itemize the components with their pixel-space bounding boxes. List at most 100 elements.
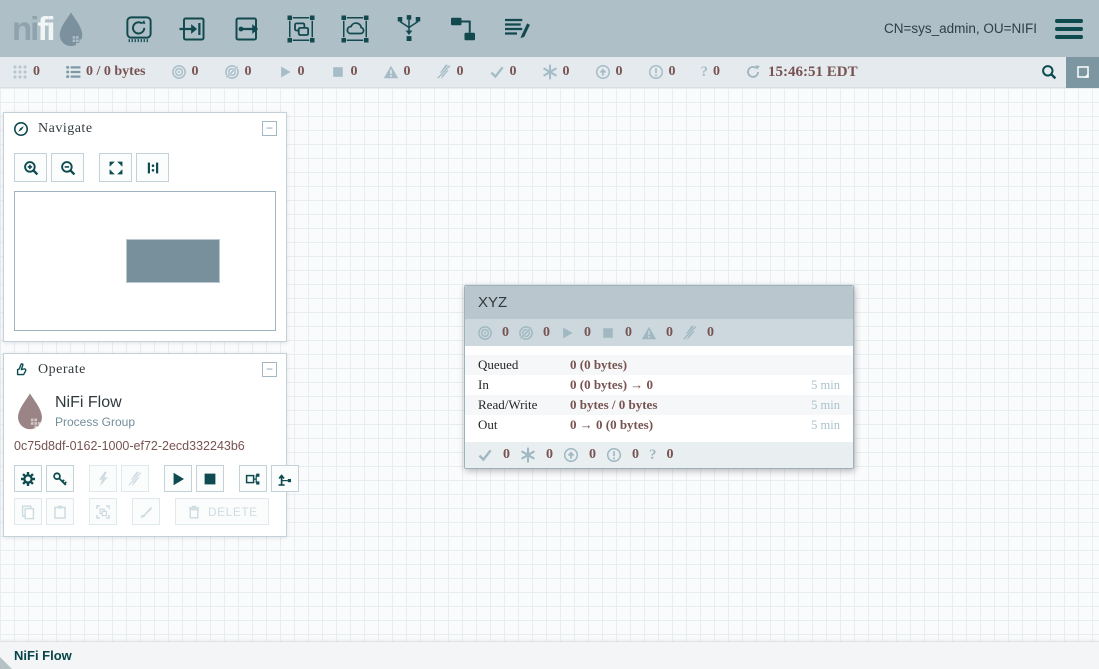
zoom-in-icon <box>23 160 39 176</box>
bolt-icon <box>95 471 111 487</box>
status-active-threads: 0 <box>12 64 40 80</box>
running-count: 0 <box>584 325 591 341</box>
processor-icon <box>124 12 154 46</box>
operate-flow-type: Process Group <box>55 415 135 429</box>
nifi-logo: nifi <box>12 9 108 48</box>
process-group-xyz[interactable]: XYZ 0 0 0 0 0 0 Queued 0 (0 bytes) <box>464 285 854 469</box>
one-to-one-icon <box>145 160 161 176</box>
check-icon <box>489 64 505 80</box>
trash-icon <box>186 504 202 520</box>
status-stopped: 0 <box>330 64 358 80</box>
operate-flow-id: 0c75d8df-0162-1000-ef72-2ecd332243b6 <box>4 433 286 457</box>
stat-label: Queued <box>478 357 570 373</box>
fit-icon <box>108 160 124 176</box>
create-template-button[interactable] <box>239 465 267 492</box>
asterisk-icon <box>520 447 536 463</box>
disable-button[interactable] <box>121 465 149 492</box>
output-port-icon <box>232 12 262 46</box>
process-group-component-button[interactable] <box>286 12 316 46</box>
stat-value: 0 (0 bytes) <box>570 357 627 373</box>
not-transmitting-count: 0 <box>245 64 252 80</box>
status-running: 0 <box>277 64 305 80</box>
not-transmitting-icon <box>518 325 534 341</box>
stopped-count: 0 <box>351 64 358 80</box>
group-selection-button[interactable] <box>89 498 117 525</box>
status-disabled: 0 <box>436 64 464 80</box>
copy-button[interactable] <box>14 498 42 525</box>
navigate-collapse-button[interactable]: − <box>262 121 277 136</box>
exclamation-circle-icon <box>606 447 622 463</box>
zoom-fit-button[interactable] <box>99 153 132 182</box>
transmitting-count: 0 <box>192 64 199 80</box>
process-group-icon <box>286 12 316 46</box>
stopped-count: 0 <box>625 325 632 341</box>
status-locally-modified-and-stale: 0 <box>648 64 676 80</box>
flow-status-bar: 0 0 / 0 bytes 0 0 0 0 0 0 <box>0 57 1099 88</box>
process-group-version-icons: 0 0 0 0 ? 0 <box>465 442 853 468</box>
active-threads-count: 0 <box>33 64 40 80</box>
breadcrumb-nifi-flow[interactable]: NiFi Flow <box>14 648 72 663</box>
template-component-button[interactable] <box>448 12 478 46</box>
zoom-in-button[interactable] <box>14 153 47 182</box>
invalid-count: 0 <box>666 325 673 341</box>
invalid-warning-icon <box>641 325 657 341</box>
label-component-button[interactable] <box>502 12 532 46</box>
disabled-bolt-slash-icon <box>682 325 698 341</box>
zoom-actual-size-button[interactable] <box>136 153 169 182</box>
disabled-count: 0 <box>457 64 464 80</box>
stop-button[interactable] <box>196 465 224 492</box>
status-locally-modified: 0 <box>542 64 570 80</box>
invalid-count: 0 <box>404 64 411 80</box>
operate-buttons: DELETE <box>4 457 286 536</box>
exclamation-circle-icon <box>648 64 664 80</box>
bulletin-note-icon <box>1075 64 1091 80</box>
start-button[interactable] <box>164 465 192 492</box>
paint-brush-icon <box>138 504 154 520</box>
template-icon <box>448 12 478 46</box>
operate-collapse-button[interactable]: − <box>262 362 277 377</box>
input-port-component-button[interactable] <box>178 12 208 46</box>
status-up-to-date: 0 <box>489 64 517 80</box>
refresh-icon[interactable] <box>745 64 761 80</box>
remote-process-group-component-button[interactable] <box>340 12 370 46</box>
current-user: CN=sys_admin, OU=NIFI <box>884 21 1037 36</box>
fill-color-button[interactable] <box>132 498 160 525</box>
funnel-component-button[interactable] <box>394 12 424 46</box>
operate-button-row-2: DELETE <box>14 498 276 525</box>
save-template-icon <box>245 471 261 487</box>
stat-value: 0 bytes / 0 bytes <box>570 397 657 413</box>
search-button[interactable] <box>1032 57 1066 88</box>
delete-button-label: DELETE <box>208 505 258 519</box>
birdseye-viewport-rect[interactable] <box>126 239 220 283</box>
upload-template-button[interactable] <box>271 465 299 492</box>
running-icon <box>559 325 575 341</box>
status-not-transmitting: 0 <box>224 64 252 80</box>
output-port-component-button[interactable] <box>232 12 262 46</box>
paste-button[interactable] <box>46 498 74 525</box>
enable-button[interactable] <box>89 465 117 492</box>
configuration-button[interactable] <box>14 465 42 492</box>
stop-square-icon <box>202 471 218 487</box>
not-transmitting-icon <box>224 64 240 80</box>
running-icon <box>277 64 293 80</box>
stat-row-read-write: Read/Write 0 bytes / 0 bytes 5 min <box>465 395 853 415</box>
stat-period: 5 min <box>811 378 840 393</box>
locally-modified-and-stale-count: 0 <box>632 447 639 463</box>
process-group-name: XYZ <box>478 294 507 311</box>
search-icon <box>1041 64 1057 80</box>
compass-icon <box>13 121 29 137</box>
copy-icon <box>20 504 36 520</box>
birdseye-minimap[interactable] <box>14 191 276 331</box>
access-policies-button[interactable] <box>46 465 74 492</box>
arrow-up-circle-icon <box>563 447 579 463</box>
zoom-out-button[interactable] <box>51 153 84 182</box>
stat-row-out: Out 0 → 0 (0 bytes) 5 min <box>465 415 853 435</box>
delete-button[interactable]: DELETE <box>175 498 269 525</box>
bulletin-board-button[interactable] <box>1066 57 1099 88</box>
transmitting-count: 0 <box>502 325 509 341</box>
asterisk-icon <box>542 64 558 80</box>
queued-count: 0 / 0 bytes <box>86 64 146 80</box>
processor-component-button[interactable] <box>124 12 154 46</box>
flow-canvas[interactable]: Navigate − <box>0 88 1099 641</box>
global-menu-button[interactable] <box>1055 19 1083 39</box>
